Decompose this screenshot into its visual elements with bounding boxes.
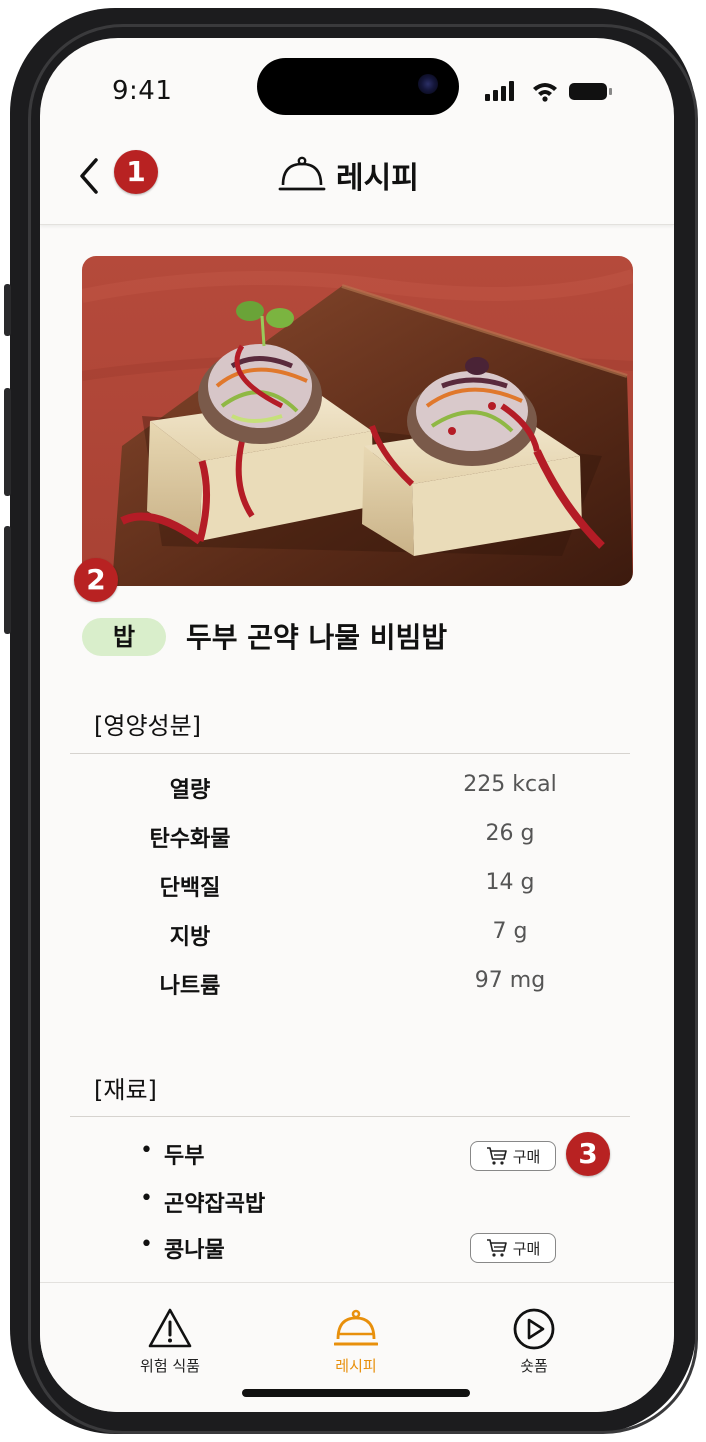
nutrition-row: 단백질 14 g bbox=[40, 870, 674, 910]
recipe-title: 두부 곤약 나물 비빔밥 bbox=[186, 621, 448, 654]
app-header: 1 레시피 bbox=[40, 138, 674, 225]
header-title-group: 레시피 bbox=[278, 150, 419, 200]
volume-up-button bbox=[4, 388, 11, 496]
scroll-fade bbox=[40, 1266, 674, 1282]
ingredients-divider bbox=[70, 1116, 630, 1117]
nutrient-value: 14 g bbox=[485, 870, 535, 895]
annotation-badge-2: 2 bbox=[74, 558, 118, 602]
nutrition-divider bbox=[70, 753, 630, 754]
tab-label: 레시피 bbox=[335, 1357, 377, 1375]
tab-label: 숏폼 bbox=[520, 1357, 548, 1375]
tab-shorts[interactable]: 숏폼 bbox=[474, 1307, 594, 1377]
warning-icon bbox=[148, 1308, 192, 1348]
status-icons bbox=[485, 81, 612, 102]
cart-icon bbox=[486, 1239, 507, 1257]
tab-recipe[interactable]: 레시피 bbox=[296, 1307, 416, 1377]
ingredient-name: 두부 bbox=[164, 1144, 205, 1169]
nutrient-name: 탄수화물 bbox=[149, 827, 231, 852]
category-badge: 밥 bbox=[82, 618, 166, 656]
nutrient-name: 열량 bbox=[169, 778, 211, 803]
annotation-badge-3: 3 bbox=[566, 1132, 610, 1176]
tab-danger-food[interactable]: 위험 식품 bbox=[110, 1307, 230, 1377]
nutrition-row: 나트륨 97 mg bbox=[40, 968, 674, 1008]
action-button bbox=[4, 284, 11, 336]
cart-icon bbox=[486, 1147, 507, 1165]
bullet: • bbox=[140, 1186, 153, 1211]
ingredient-name: 콩나물 bbox=[164, 1238, 225, 1263]
nutrient-value: 7 g bbox=[492, 919, 528, 944]
nutrition-row: 열량 225 kcal bbox=[40, 772, 674, 812]
page-title: 레시피 bbox=[336, 161, 419, 196]
tab-label: 위험 식품 bbox=[140, 1357, 200, 1375]
nutrition-row: 지방 7 g bbox=[40, 919, 674, 959]
annotation-badge-1: 1 bbox=[114, 150, 158, 194]
nutrient-name: 지방 bbox=[169, 925, 211, 950]
nutrition-row: 탄수화물 26 g bbox=[40, 821, 674, 861]
bullet: • bbox=[140, 1138, 153, 1163]
nutrient-name: 나트륨 bbox=[159, 974, 221, 999]
play-circle-icon bbox=[513, 1308, 555, 1350]
ingredients-section-label: [재료] bbox=[94, 1076, 157, 1104]
front-camera bbox=[418, 74, 438, 94]
nutrient-name: 단백질 bbox=[159, 876, 221, 901]
battery-icon bbox=[569, 83, 612, 100]
home-indicator[interactable] bbox=[242, 1389, 470, 1397]
back-button[interactable] bbox=[74, 156, 104, 196]
volume-down-button bbox=[4, 526, 11, 634]
buy-button[interactable]: 구매 bbox=[470, 1233, 556, 1263]
cloche-icon bbox=[278, 156, 326, 191]
wifi-icon bbox=[533, 83, 557, 102]
nutrition-section-label: [영양성분] bbox=[94, 712, 202, 740]
nutrient-value: 225 kcal bbox=[463, 772, 557, 797]
status-time: 9:41 bbox=[112, 76, 173, 106]
nutrient-value: 97 mg bbox=[474, 968, 546, 993]
nutrient-value: 26 g bbox=[485, 821, 535, 846]
buy-button[interactable]: 구매 bbox=[470, 1141, 556, 1171]
screen: 9:41 1 레시피 2 밥 두부 곤약 나물 비빔밥 [영양성분] 열량 22… bbox=[40, 38, 674, 1412]
buy-label: 구매 bbox=[512, 1147, 541, 1166]
ingredient-item: • 곤약잡곡밥 bbox=[40, 1186, 674, 1226]
signal-icon bbox=[485, 81, 514, 101]
recipe-image bbox=[82, 256, 633, 586]
buy-label: 구매 bbox=[512, 1239, 541, 1258]
bullet: • bbox=[140, 1232, 153, 1257]
ingredient-name: 곤약잡곡밥 bbox=[164, 1192, 266, 1217]
cloche-icon bbox=[334, 1309, 378, 1346]
